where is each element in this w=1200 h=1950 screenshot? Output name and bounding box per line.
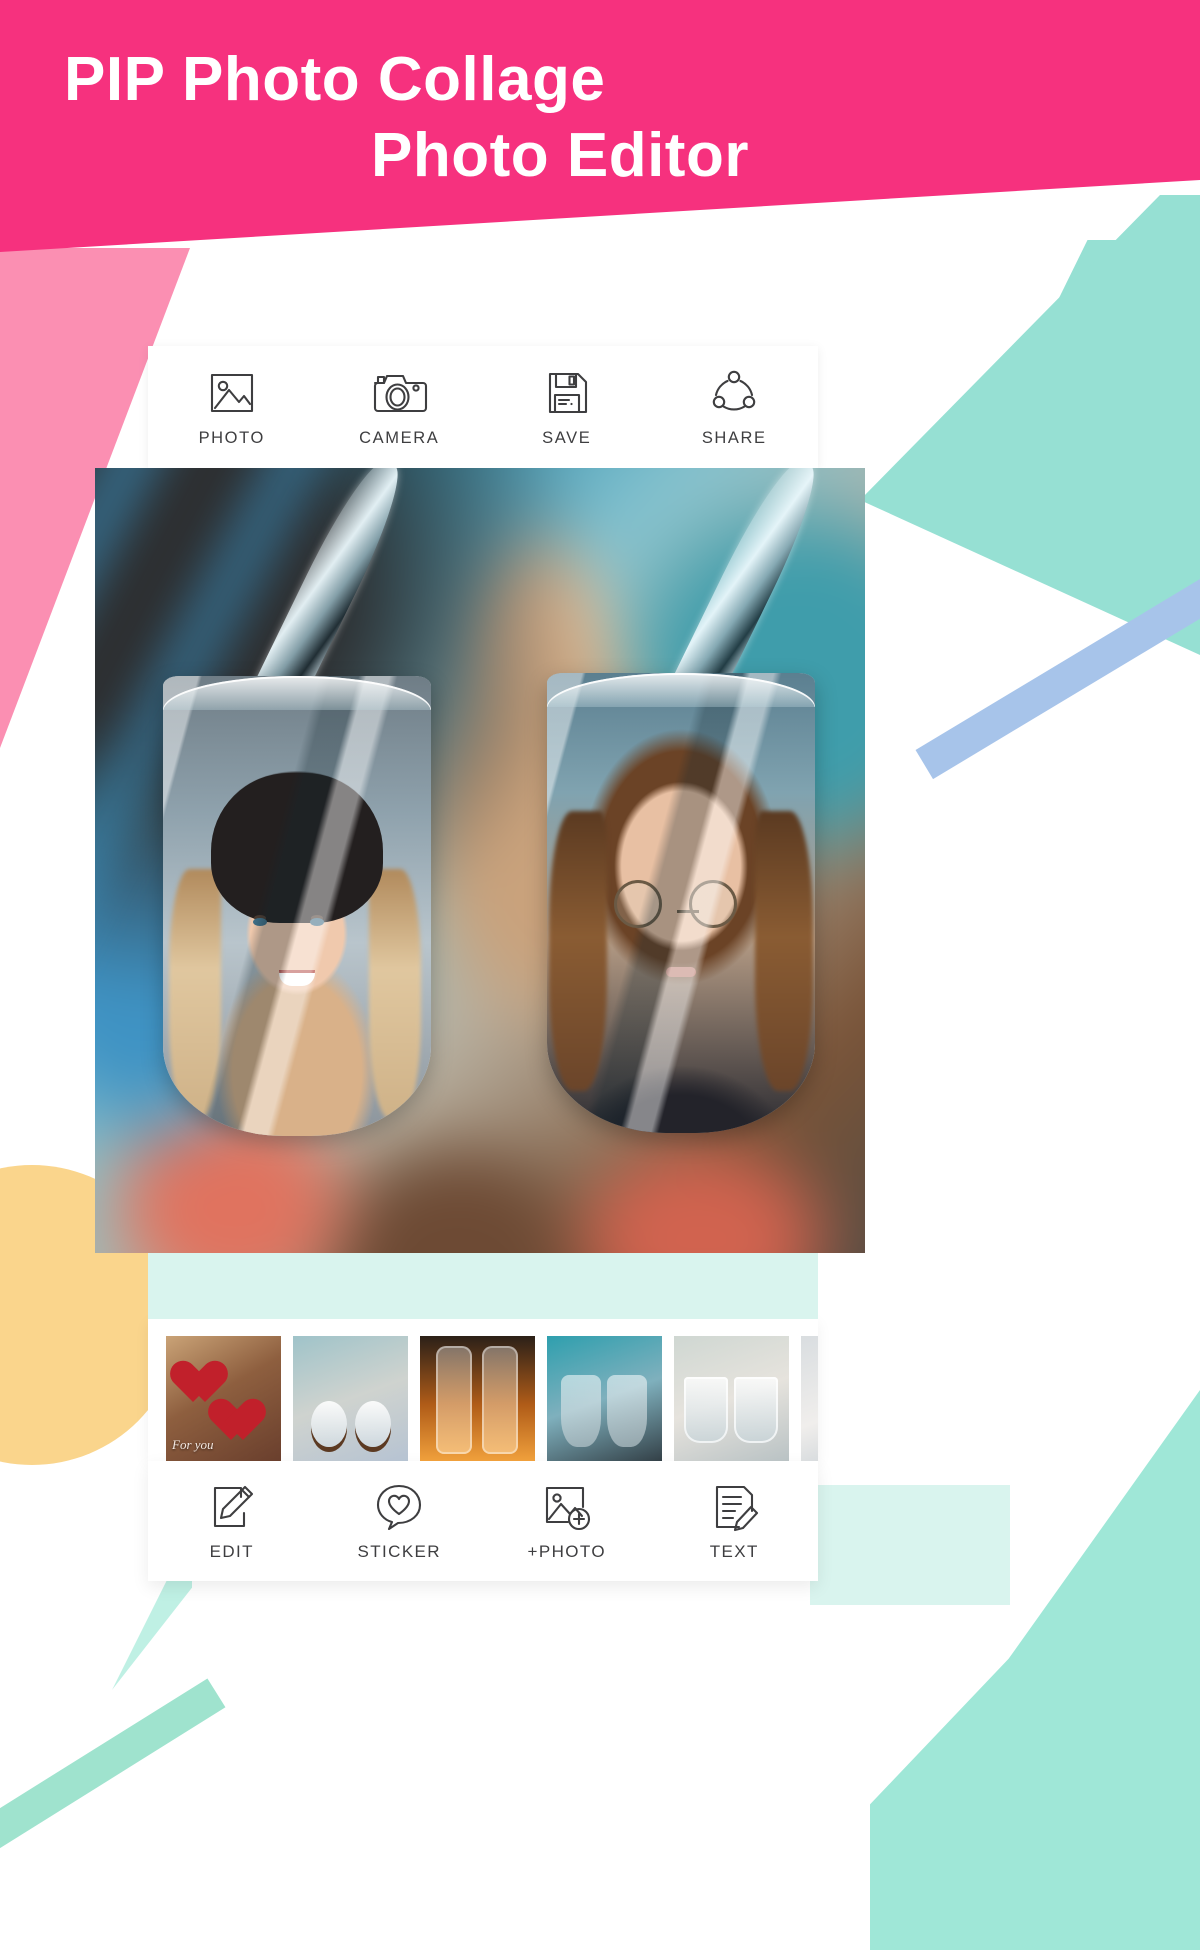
add-photo-button[interactable]: +PHOTO xyxy=(483,1481,651,1562)
template-thumbnail[interactable] xyxy=(293,1336,408,1461)
add-photo-button-label: +PHOTO xyxy=(527,1541,606,1561)
text-button-label: TEXT xyxy=(709,1541,759,1561)
share-nodes-icon xyxy=(707,366,761,420)
right-portrait-photo xyxy=(547,673,815,1133)
hero-title: PIP Photo Collage Photo Editor xyxy=(0,42,1060,193)
share-button[interactable]: SHARE xyxy=(651,366,819,448)
add-image-icon xyxy=(540,1481,594,1533)
template-thumbnail[interactable] xyxy=(674,1336,789,1461)
camera-button[interactable]: CAMERA xyxy=(316,366,484,448)
template-thumbnail-list[interactable]: For you xyxy=(148,1336,818,1461)
mint-divider-band xyxy=(148,1253,818,1319)
top-toolbar: PHOTO CAMERA SAVE SHARE xyxy=(148,346,818,468)
camera-button-label: CAMERA xyxy=(359,429,440,447)
edit-button-label: EDIT xyxy=(209,1541,254,1561)
template-thumbnail[interactable] xyxy=(801,1336,818,1461)
heart-speech-bubble-icon xyxy=(373,1481,425,1533)
left-portrait-photo xyxy=(163,676,431,1136)
photo-canvas[interactable] xyxy=(95,468,865,1253)
text-button[interactable]: TEXT xyxy=(651,1481,819,1562)
text-document-pencil-icon xyxy=(708,1481,760,1533)
right-glass-frame[interactable] xyxy=(547,673,815,1133)
pencil-document-icon xyxy=(206,1481,258,1533)
app-screen: PHOTO CAMERA SAVE SHARE For you EDIT STI… xyxy=(95,346,865,1581)
hero-title-line-1: PIP Photo Collage xyxy=(64,45,606,114)
thumbnail-caption: For you xyxy=(172,1437,214,1452)
template-thumbnail[interactable] xyxy=(547,1336,662,1461)
template-thumbnail[interactable]: For you xyxy=(166,1336,281,1461)
save-button-label: SAVE xyxy=(542,429,592,447)
template-thumbnail[interactable] xyxy=(420,1336,535,1461)
share-button-label: SHARE xyxy=(701,429,767,447)
left-glass-frame[interactable] xyxy=(163,676,431,1136)
edit-button[interactable]: EDIT xyxy=(148,1481,316,1562)
camera-icon xyxy=(370,366,428,420)
hero-title-line-2: Photo Editor xyxy=(371,120,749,190)
floppy-disk-icon xyxy=(542,366,592,420)
sticker-button-label: STICKER xyxy=(357,1541,441,1561)
image-icon xyxy=(205,366,259,420)
save-button[interactable]: SAVE xyxy=(483,366,651,448)
photo-button[interactable]: PHOTO xyxy=(148,366,316,448)
photo-button-label: PHOTO xyxy=(198,429,265,447)
bottom-toolbar: EDIT STICKER +PHOTO TEXT xyxy=(148,1461,818,1581)
background-pale-teal-block xyxy=(810,1485,1010,1605)
template-strip: For you xyxy=(148,1319,818,1461)
sticker-button[interactable]: STICKER xyxy=(316,1481,484,1562)
